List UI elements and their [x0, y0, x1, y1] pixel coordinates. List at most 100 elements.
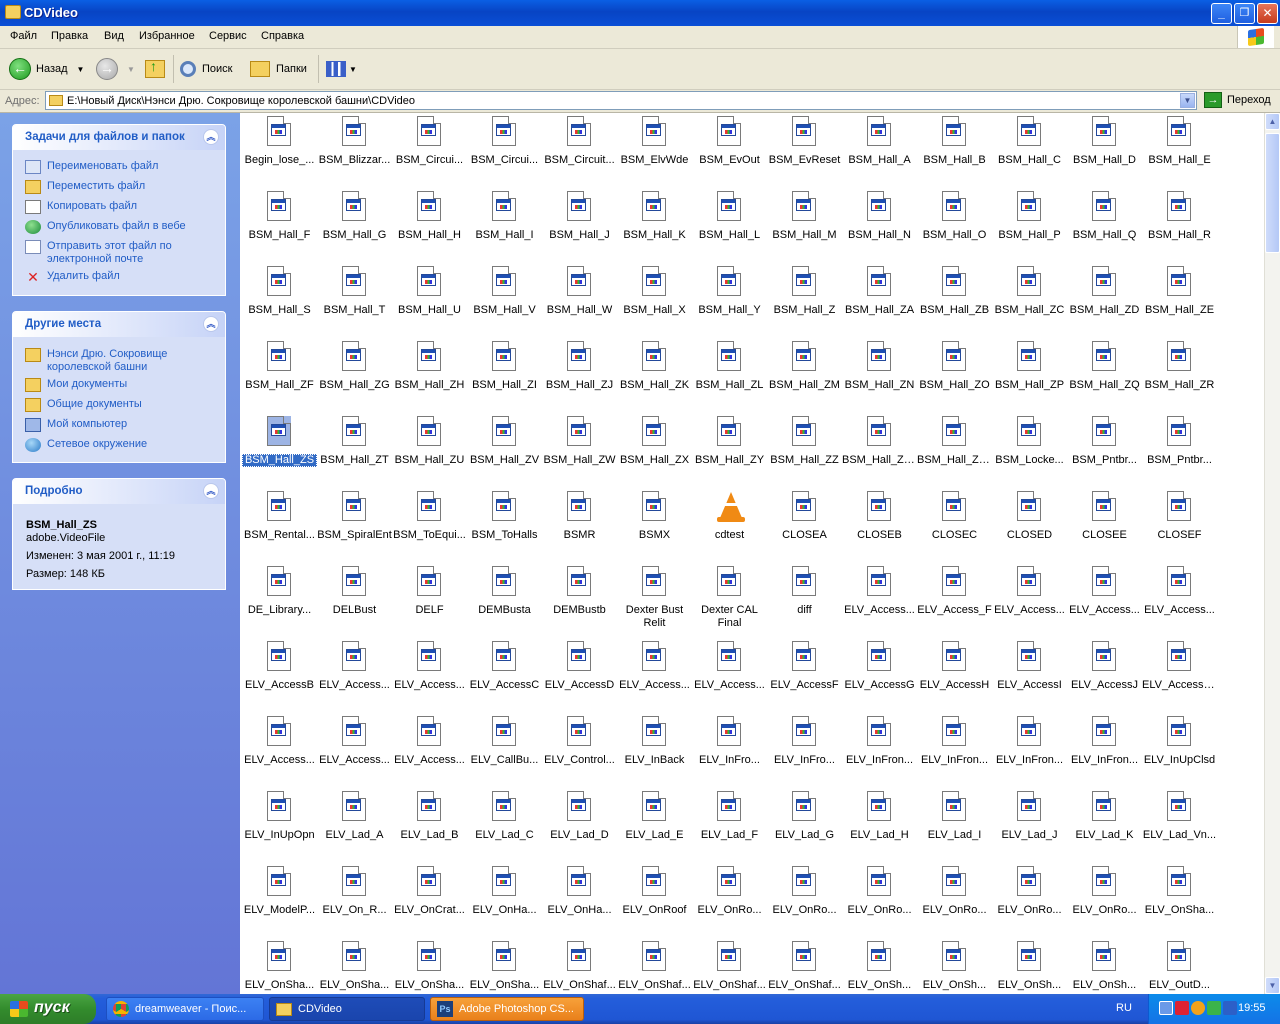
file-item[interactable]: ELV_AccessH — [917, 640, 992, 715]
file-item[interactable]: ELV_Access... — [317, 640, 392, 715]
file-item[interactable]: Dexter CAL Final — [692, 565, 767, 640]
chevron-down-icon[interactable]: ▼ — [127, 65, 135, 74]
file-item[interactable]: ELV_OnSha... — [467, 940, 542, 994]
file-item[interactable]: ELV_OnSha... — [392, 940, 467, 994]
menu-file[interactable]: Файл — [10, 30, 37, 42]
file-item[interactable]: BSM_Circuit... — [542, 115, 617, 190]
file-item[interactable]: ELV_AccessD — [542, 640, 617, 715]
address-value[interactable]: E:\Новый Диск\Нэнси Дрю. Сокровище корол… — [67, 95, 415, 107]
file-item[interactable]: DEMBusta — [467, 565, 542, 640]
rename-file-link[interactable]: Переименовать файл — [25, 160, 158, 174]
file-item[interactable]: CLOSEA — [767, 490, 842, 565]
file-item[interactable]: BSM_Hall_ZY — [692, 415, 767, 490]
file-list-view[interactable]: Begin_lose_... BSM_Blizzar... BSM_Circui..… — [240, 113, 1264, 994]
start-button[interactable]: пуск — [0, 994, 96, 1024]
file-item[interactable]: ELV_OnShaf... — [767, 940, 842, 994]
place-parent-folder[interactable]: Нэнси Дрю. Сокровище королевской башни — [25, 348, 215, 374]
file-item[interactable]: BSM_Hall_T — [317, 265, 392, 340]
file-item[interactable]: ELV_AccessG — [842, 640, 917, 715]
file-item[interactable]: BSM_EvReset — [767, 115, 842, 190]
file-item[interactable]: ELV_OnRoof — [617, 865, 692, 940]
tray-app-icon[interactable] — [1207, 1001, 1221, 1015]
file-item[interactable]: ELV_OnSh... — [917, 940, 992, 994]
up-button[interactable]: ↑ — [145, 57, 165, 81]
file-item[interactable]: BSM_Hall_M — [767, 190, 842, 265]
file-item[interactable]: BSM_Hall_E — [1142, 115, 1217, 190]
file-item[interactable]: BSM_Hall_ZZB — [917, 415, 992, 490]
chevron-down-icon[interactable]: ▼ — [77, 65, 85, 74]
file-item[interactable]: BSM_Blizzar... — [317, 115, 392, 190]
file-item[interactable]: CLOSED — [992, 490, 1067, 565]
file-item[interactable]: ELV_AccessF — [767, 640, 842, 715]
place-shared-documents[interactable]: Общие документы — [25, 398, 142, 412]
file-item[interactable]: ELV_OnSha... — [317, 940, 392, 994]
file-item[interactable]: ELV_AccessB — [242, 640, 317, 715]
file-item[interactable]: BSM_Locke... — [992, 415, 1067, 490]
file-item[interactable]: BSM_Hall_ZS — [242, 415, 317, 490]
chevron-down-icon[interactable]: ▼ — [349, 65, 357, 74]
file-item[interactable]: ELV_AccessUp — [1142, 640, 1217, 715]
file-item[interactable]: BSM_Hall_ZB — [917, 265, 992, 340]
maximize-button[interactable]: ❐ — [1234, 3, 1255, 24]
file-item[interactable]: ELV_OnRo... — [842, 865, 917, 940]
file-item[interactable]: BSM_Hall_ZH — [392, 340, 467, 415]
forward-button[interactable]: → ▼ — [96, 57, 135, 81]
file-item[interactable]: ELV_OnSha... — [242, 940, 317, 994]
file-item[interactable]: DEMBustb — [542, 565, 617, 640]
file-item[interactable]: ELV_InUpOpn — [242, 790, 317, 865]
move-file-link[interactable]: Переместить файл — [25, 180, 145, 194]
file-item[interactable]: BSM_SpiralEnt — [317, 490, 392, 565]
file-item[interactable]: ELV_Lad_G — [767, 790, 842, 865]
file-item[interactable]: BSM_Hall_ZM — [767, 340, 842, 415]
file-item[interactable]: ELV_OnHa... — [542, 865, 617, 940]
file-item[interactable]: ELV_Lad_B — [392, 790, 467, 865]
file-item[interactable]: ELV_Access... — [392, 640, 467, 715]
file-item[interactable]: ELV_Lad_Vn... — [1142, 790, 1217, 865]
file-item[interactable]: ELV_Access... — [992, 565, 1067, 640]
file-item[interactable]: BSM_Hall_ZQ — [1067, 340, 1142, 415]
file-item[interactable]: BSM_Circui... — [467, 115, 542, 190]
vertical-scrollbar[interactable]: ▲ ▼ — [1264, 113, 1280, 994]
file-item[interactable]: BSM_ElvWde — [617, 115, 692, 190]
file-item[interactable]: ELV_OnShaf... — [617, 940, 692, 994]
file-item[interactable]: BSM_Hall_ZG — [317, 340, 392, 415]
scroll-down-button[interactable]: ▼ — [1265, 977, 1280, 994]
network-tray-icon[interactable] — [1159, 1001, 1173, 1015]
file-item[interactable]: DELBust — [317, 565, 392, 640]
file-item[interactable]: BSM_Hall_ZO — [917, 340, 992, 415]
file-item[interactable]: BSM_Hall_G — [317, 190, 392, 265]
task-cdvideo[interactable]: CDVideo — [269, 997, 425, 1021]
file-item[interactable]: ELV_ModelP... — [242, 865, 317, 940]
file-item[interactable]: BSM_Hall_ZT — [317, 415, 392, 490]
file-item[interactable]: ELV_AccessC — [467, 640, 542, 715]
tray-app-icon[interactable] — [1175, 1001, 1189, 1015]
file-item[interactable]: BSM_Hall_D — [1067, 115, 1142, 190]
file-item[interactable]: BSM_Hall_L — [692, 190, 767, 265]
file-item[interactable]: BSM_Hall_ZK — [617, 340, 692, 415]
file-item[interactable]: BSM_Hall_U — [392, 265, 467, 340]
file-item[interactable]: ELV_Access... — [392, 715, 467, 790]
file-item[interactable]: BSM_Hall_ZL — [692, 340, 767, 415]
file-item[interactable]: ELV_OnRo... — [767, 865, 842, 940]
file-item[interactable]: ELV_OnHa... — [467, 865, 542, 940]
file-item[interactable]: ELV_OnSha... — [1142, 865, 1217, 940]
file-tasks-header[interactable]: Задачи для файлов и папок ︽ — [13, 125, 225, 150]
scroll-thumb[interactable] — [1265, 133, 1280, 253]
file-item[interactable]: ELV_Control... — [542, 715, 617, 790]
file-item[interactable]: BSMR — [542, 490, 617, 565]
file-item[interactable]: ELV_Access... — [842, 565, 917, 640]
file-item[interactable]: BSM_Hall_P — [992, 190, 1067, 265]
file-item[interactable]: ELV_On_R... — [317, 865, 392, 940]
file-item[interactable]: BSM_Hall_N — [842, 190, 917, 265]
file-item[interactable]: BSM_Hall_ZA — [842, 265, 917, 340]
file-item[interactable]: BSM_Hall_ZI — [467, 340, 542, 415]
file-item[interactable]: BSM_Rental... — [242, 490, 317, 565]
address-input[interactable]: E:\Новый Диск\Нэнси Дрю. Сокровище корол… — [45, 91, 1197, 110]
tray-app-icon[interactable] — [1223, 1001, 1237, 1015]
file-item[interactable]: BSM_Circui... — [392, 115, 467, 190]
file-item[interactable]: ELV_OnRo... — [1067, 865, 1142, 940]
collapse-icon[interactable]: ︽ — [203, 129, 219, 145]
file-item[interactable]: BSM_Hall_ZZ — [767, 415, 842, 490]
menu-favorites[interactable]: Избранное — [139, 30, 195, 42]
file-item[interactable]: BSM_Pntbr... — [1142, 415, 1217, 490]
